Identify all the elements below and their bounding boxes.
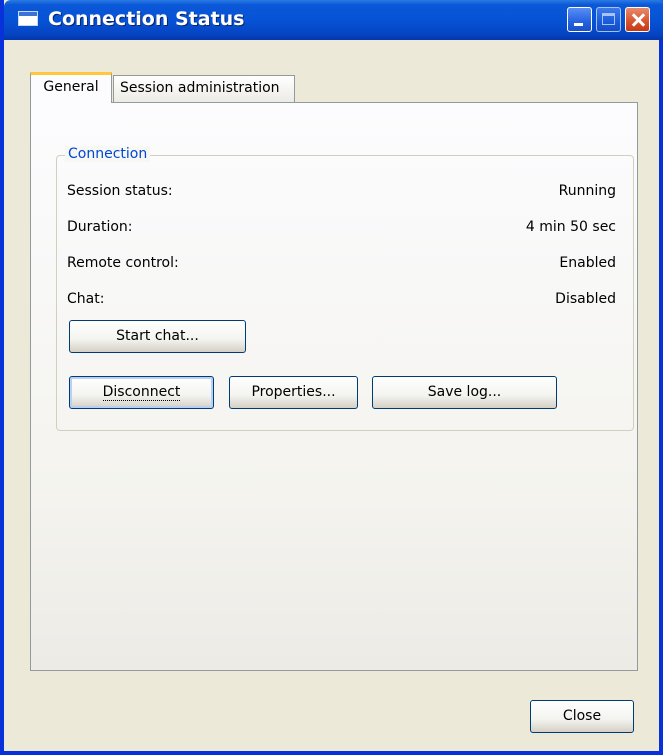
minimize-icon[interactable] [567, 7, 592, 32]
close-label: Close [562, 708, 602, 724]
properties-label: Properties... [251, 384, 336, 400]
save-log-label: Save log... [427, 384, 502, 400]
tab-session-administration[interactable]: Session administration [113, 75, 295, 102]
window-icon [18, 11, 38, 26]
chat-value: Disabled [555, 291, 616, 307]
start-chat-button[interactable]: Start chat... [69, 320, 246, 353]
save-log-button[interactable]: Save log... [372, 376, 557, 409]
title-bar[interactable]: Connection Status [4, 0, 663, 40]
disconnect-button[interactable]: Disconnect [69, 376, 214, 409]
close-icon[interactable] [625, 7, 650, 32]
connection-group-title: Connection [65, 146, 151, 162]
properties-button[interactable]: Properties... [229, 376, 358, 409]
session-status-value: Running [558, 183, 616, 199]
remote-control-value: Enabled [559, 255, 616, 271]
close-button[interactable]: Close [530, 700, 634, 733]
duration-label: Duration: [67, 219, 133, 235]
disconnect-label: Disconnect [102, 384, 181, 401]
duration-value: 4 min 50 sec [525, 219, 616, 235]
session-status-label: Session status: [67, 183, 173, 199]
maximize-icon [596, 7, 621, 32]
remote-control-label: Remote control: [67, 255, 179, 271]
tab-general[interactable]: General [30, 72, 112, 103]
tab-label: General [43, 79, 99, 95]
chat-label: Chat: [67, 291, 105, 307]
start-chat-label: Start chat... [116, 328, 199, 344]
window-title: Connection Status [48, 8, 245, 30]
tab-label: Session administration [120, 80, 280, 96]
